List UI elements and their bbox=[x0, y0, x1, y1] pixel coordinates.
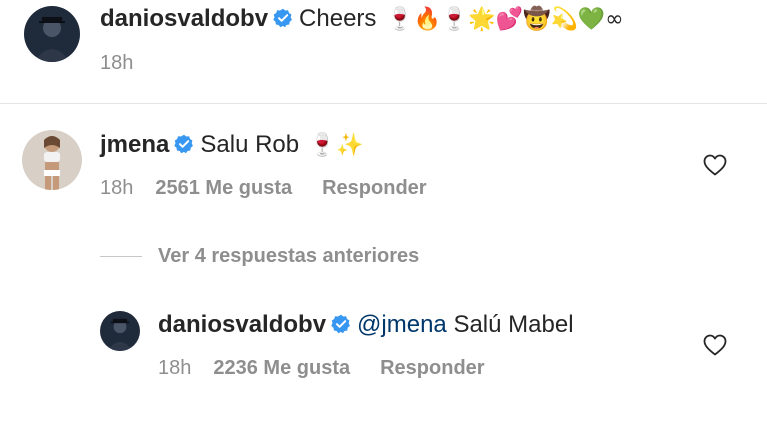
caption-line: daniosvaldobv Cheers 🍷🔥🍷🌟💕🤠💫💚∞ bbox=[100, 4, 624, 35]
timestamp: 18h bbox=[100, 52, 134, 74]
timestamp: 18h bbox=[100, 177, 134, 199]
divider bbox=[0, 103, 767, 104]
comment-meta: 18h 2561 Me gusta Responder bbox=[100, 176, 427, 200]
view-previous-replies-button[interactable]: Ver 4 respuestas anteriores bbox=[158, 244, 419, 268]
verified-badge-icon bbox=[331, 314, 351, 334]
username[interactable]: jmena bbox=[100, 131, 169, 158]
reply-button[interactable]: Responder bbox=[380, 357, 484, 379]
heart-outline-icon[interactable] bbox=[703, 334, 727, 356]
comment-line: jmena Salu Rob 🍷✨ bbox=[100, 130, 364, 161]
avatar[interactable] bbox=[100, 311, 140, 351]
avatar[interactable] bbox=[24, 6, 80, 62]
likes-count[interactable]: 2236 Me gusta bbox=[213, 357, 350, 379]
avatar[interactable] bbox=[22, 130, 82, 190]
verified-badge-icon bbox=[174, 134, 194, 154]
emoji-string: 🍷🔥🍷🌟💕🤠💫💚∞ bbox=[386, 7, 624, 32]
reply-button[interactable]: Responder bbox=[322, 177, 426, 199]
avatar-image bbox=[100, 311, 140, 351]
username[interactable]: daniosvaldobv bbox=[158, 311, 326, 338]
reply-meta: 18h 2236 Me gusta Responder bbox=[158, 356, 485, 380]
replies-divider-line bbox=[100, 256, 142, 257]
likes-count[interactable]: 2561 Me gusta bbox=[155, 177, 292, 199]
avatar-image bbox=[24, 6, 80, 62]
comment-text: Salú Mabel bbox=[453, 311, 574, 338]
reply-line: daniosvaldobv @jmena Salú Mabel bbox=[158, 310, 574, 340]
timestamp: 18h bbox=[158, 357, 192, 379]
avatar-image bbox=[22, 130, 82, 190]
comment-text: Cheers bbox=[299, 5, 377, 32]
comment-text: Salu Rob bbox=[200, 131, 300, 158]
caption-meta: 18h bbox=[100, 51, 133, 75]
heart-outline-icon[interactable] bbox=[703, 154, 727, 176]
verified-badge-icon bbox=[273, 8, 293, 28]
username[interactable]: daniosvaldobv bbox=[100, 5, 268, 32]
emoji-string: 🍷✨ bbox=[308, 133, 364, 158]
mention-link[interactable]: @jmena bbox=[357, 311, 447, 338]
